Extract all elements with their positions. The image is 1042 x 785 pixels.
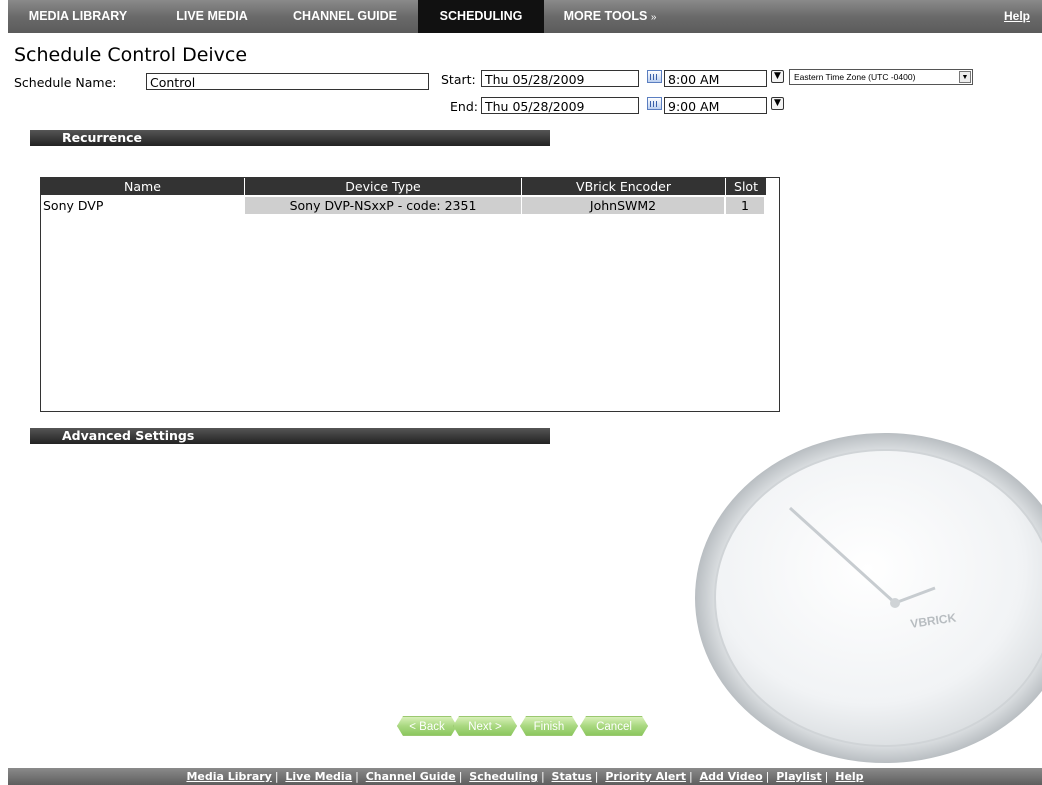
start-time-spinner-icon[interactable]: ▼ — [771, 70, 784, 83]
column-header-vbrick-encoder[interactable]: VBrick Encoder — [522, 178, 726, 195]
nav-more-tools[interactable]: MORE TOOLS » — [554, 0, 666, 33]
back-button[interactable]: < Back — [397, 716, 457, 736]
chevron-down-icon: ▼ — [959, 71, 971, 83]
finish-button[interactable]: Finish — [520, 716, 578, 736]
column-header-name[interactable]: Name — [41, 178, 245, 195]
footer-link-priority-alert[interactable]: Priority Alert — [605, 770, 686, 783]
chevron-down-icon: » — [650, 12, 657, 23]
start-label: Start: — [441, 72, 476, 87]
end-date-input[interactable]: Thu 05/28/2009 — [481, 97, 639, 114]
end-label: End: — [450, 99, 478, 114]
nav-media-library[interactable]: MEDIA LIBRARY — [8, 0, 148, 33]
timezone-select[interactable]: Eastern Time Zone (UTC -0400) ▼ — [789, 69, 973, 85]
end-calendar-icon[interactable] — [647, 97, 662, 110]
cell-vbrick-encoder: JohnSWM2 — [522, 197, 724, 214]
end-time-input[interactable]: 9:00 AM — [664, 97, 767, 114]
cell-device-type: Sony DVP-NSxxP - code: 2351 — [245, 197, 521, 214]
cell-name: Sony DVP — [43, 198, 104, 213]
page-title: Schedule Control Deivce — [14, 44, 248, 66]
recurrence-section-bar[interactable]: Recurrence — [30, 130, 550, 146]
column-header-slot[interactable]: Slot — [726, 178, 766, 195]
footer-link-live-media[interactable]: Live Media — [285, 770, 352, 783]
next-button[interactable]: Next > — [453, 716, 517, 736]
device-table: Name Device Type VBrick Encoder Slot Son… — [40, 177, 780, 412]
top-nav: MEDIA LIBRARY LIVE MEDIA CHANNEL GUIDE S… — [8, 0, 1042, 33]
schedule-name-input[interactable]: Control — [146, 73, 429, 90]
column-header-device-type[interactable]: Device Type — [245, 178, 522, 195]
advanced-settings-section-bar[interactable]: Advanced Settings — [30, 428, 550, 444]
timezone-value: Eastern Time Zone (UTC -0400) — [794, 72, 916, 82]
end-time-spinner-icon[interactable]: ▼ — [771, 97, 784, 110]
footer-link-channel-guide[interactable]: Channel Guide — [366, 770, 456, 783]
cell-slot: 1 — [726, 197, 764, 214]
nav-more-tools-label: MORE TOOLS — [563, 9, 648, 23]
schedule-name-label: Schedule Name: — [14, 75, 117, 90]
footer-links: Media Library | Live Media | Channel Guide… — [8, 768, 1042, 785]
nav-channel-guide[interactable]: CHANNEL GUIDE — [274, 0, 416, 33]
footer-link-add-video[interactable]: Add Video — [700, 770, 763, 783]
start-date-input[interactable]: Thu 05/28/2009 — [481, 70, 639, 87]
start-calendar-icon[interactable] — [647, 70, 662, 83]
nav-live-media[interactable]: LIVE MEDIA — [156, 0, 268, 33]
help-link[interactable]: Help — [1004, 0, 1030, 33]
nav-scheduling[interactable]: SCHEDULING — [418, 0, 544, 33]
cancel-button[interactable]: Cancel — [580, 716, 648, 736]
footer-link-scheduling[interactable]: Scheduling — [469, 770, 538, 783]
footer-link-playlist[interactable]: Playlist — [776, 770, 821, 783]
footer-link-help[interactable]: Help — [835, 770, 863, 783]
clock-image: VBRICK — [680, 418, 1042, 763]
start-time-input[interactable]: 8:00 AM — [664, 70, 767, 87]
footer-link-media-library[interactable]: Media Library — [186, 770, 271, 783]
footer-link-status[interactable]: Status — [552, 770, 592, 783]
